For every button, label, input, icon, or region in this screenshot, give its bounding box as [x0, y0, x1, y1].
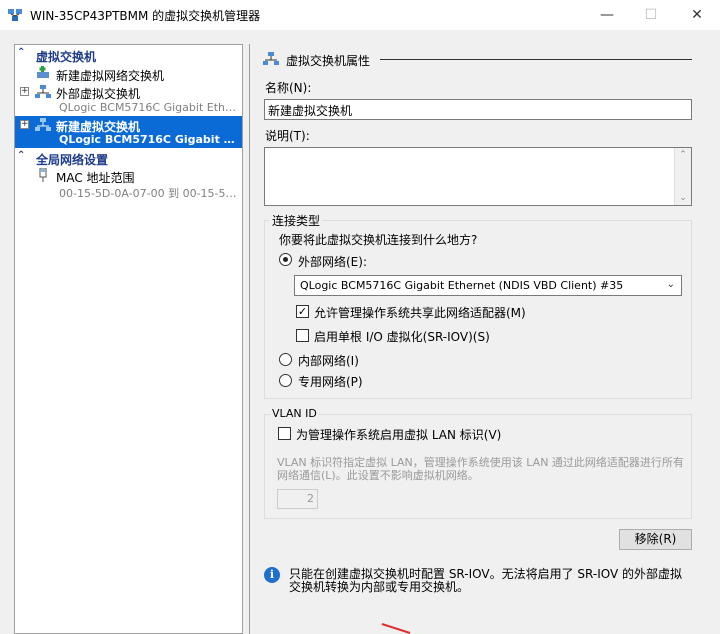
- name-label: 名称(N):: [265, 81, 312, 95]
- vlan-title: VLAN ID: [270, 407, 319, 420]
- sriov-label[interactable]: 启用单根 I/O 虚拟化(SR-IOV)(S): [314, 328, 490, 345]
- red-arrow-annotation: [381, 623, 411, 634]
- add-switch-icon: [37, 66, 49, 78]
- info-message: 只能在创建虚拟交换机时配置 SR-IOV。无法将启用了 SR-IOV 的外部虚拟…: [289, 567, 683, 594]
- section-global-settings-label: 全局网络设置: [36, 153, 109, 167]
- external-network-label[interactable]: 外部网络(E):: [298, 253, 367, 270]
- tree-item-new-switch[interactable]: + 新建虚拟交换机 QLogic BCM5716C Gigabit Ethe..…: [15, 116, 242, 148]
- section-global-settings[interactable]: ⌃ 全局网络设置: [15, 150, 242, 167]
- external-switch-adapter: QLogic BCM5716C Gigabit Etherne...: [59, 101, 239, 114]
- network-switch-icon: [263, 52, 279, 65]
- remove-button[interactable]: 移除(R): [619, 529, 692, 550]
- collapse-icon[interactable]: ⌃: [17, 150, 25, 161]
- switch-manager-icon: [8, 9, 22, 21]
- info-icon: i: [264, 567, 280, 583]
- close-button[interactable]: ✕: [674, 0, 720, 30]
- new-network-switch-label: 新建虚拟网络交换机: [56, 69, 165, 83]
- internal-network-radio[interactable]: [279, 353, 292, 366]
- notes-scrollbar[interactable]: ⌃ ⌄: [674, 148, 691, 205]
- expand-icon[interactable]: +: [20, 120, 29, 129]
- scroll-up-icon[interactable]: ⌃: [675, 150, 691, 160]
- notes-input[interactable]: ⌃ ⌄: [264, 147, 692, 206]
- connection-question: 你要将此虚拟交换机连接到什么地方?: [279, 233, 478, 247]
- notes-label: 说明(T):: [265, 129, 310, 143]
- minimize-button[interactable]: —: [584, 0, 630, 30]
- allow-mgmt-checkbox[interactable]: ✓: [296, 305, 309, 318]
- expand-icon[interactable]: +: [20, 87, 29, 96]
- network-switch-icon: [35, 118, 51, 131]
- properties-group-title: 虚拟交换机属性: [286, 54, 371, 68]
- tree-item-mac-range[interactable]: MAC 地址范围 00-15-5D-0A-07-00 到 00-15-5D-0.…: [15, 167, 242, 200]
- name-input[interactable]: 新建虚拟交换机: [264, 99, 692, 120]
- private-network-radio[interactable]: [279, 374, 292, 387]
- allow-mgmt-label[interactable]: 允许管理操作系统共享此网络适配器(M): [314, 304, 526, 321]
- sriov-checkbox[interactable]: [296, 329, 309, 342]
- tree-item-new-network-switch[interactable]: 新建虚拟网络交换机: [15, 65, 242, 83]
- vlan-enable-checkbox[interactable]: [278, 427, 291, 440]
- connection-type-title: 连接类型: [270, 212, 323, 229]
- window-title: WIN-35CP43PTBMM 的虚拟交换机管理器: [30, 9, 261, 23]
- title-bar: WIN-35CP43PTBMM 的虚拟交换机管理器 — ☐ ✕: [0, 0, 720, 30]
- vlan-enable-label[interactable]: 为管理操作系统启用虚拟 LAN 标识(V): [296, 426, 501, 443]
- vlan-id-input[interactable]: 2: [277, 489, 318, 509]
- navigation-pane: ⌃ 虚拟交换机 新建虚拟网络交换机 + 外部虚拟交换机 QLogic BCM57…: [14, 44, 243, 634]
- tree-item-external-switch[interactable]: + 外部虚拟交换机 QLogic BCM5716C Gigabit Ethern…: [15, 83, 242, 115]
- adapter-select[interactable]: QLogic BCM5716C Gigabit Ethernet (NDIS V…: [294, 275, 682, 296]
- mac-range-label: MAC 地址范围: [56, 171, 135, 185]
- new-switch-adapter: QLogic BCM5716C Gigabit Ethe...: [59, 133, 239, 146]
- network-adapter-icon: [39, 168, 47, 182]
- vlan-description: VLAN 标识符指定虚拟 LAN，管理操作系统使用该 LAN 通过此网络适配器进…: [277, 456, 684, 482]
- private-network-label[interactable]: 专用网络(P): [298, 373, 363, 390]
- mac-range-value: 00-15-5D-0A-07-00 到 00-15-5D-0...: [59, 187, 239, 200]
- collapse-icon[interactable]: ⌃: [17, 47, 25, 58]
- adapter-select-value: QLogic BCM5716C Gigabit Ethernet (NDIS V…: [300, 279, 624, 292]
- section-virtual-switches[interactable]: ⌃ 虚拟交换机: [15, 47, 242, 64]
- maximize-button[interactable]: ☐: [628, 0, 674, 30]
- external-switch-label: 外部虚拟交换机: [56, 87, 141, 101]
- chevron-down-icon[interactable]: ⌄: [667, 279, 675, 290]
- properties-pane: 虚拟交换机属性 名称(N): 新建虚拟交换机 说明(T): ⌃ ⌄ 连接类型 你…: [249, 44, 720, 634]
- network-switch-icon: [35, 85, 51, 98]
- internal-network-label[interactable]: 内部网络(I): [298, 352, 359, 369]
- group-divider: [380, 59, 692, 60]
- scroll-down-icon[interactable]: ⌄: [675, 193, 691, 203]
- external-network-radio[interactable]: [279, 253, 292, 266]
- section-virtual-switches-label: 虚拟交换机: [36, 50, 97, 64]
